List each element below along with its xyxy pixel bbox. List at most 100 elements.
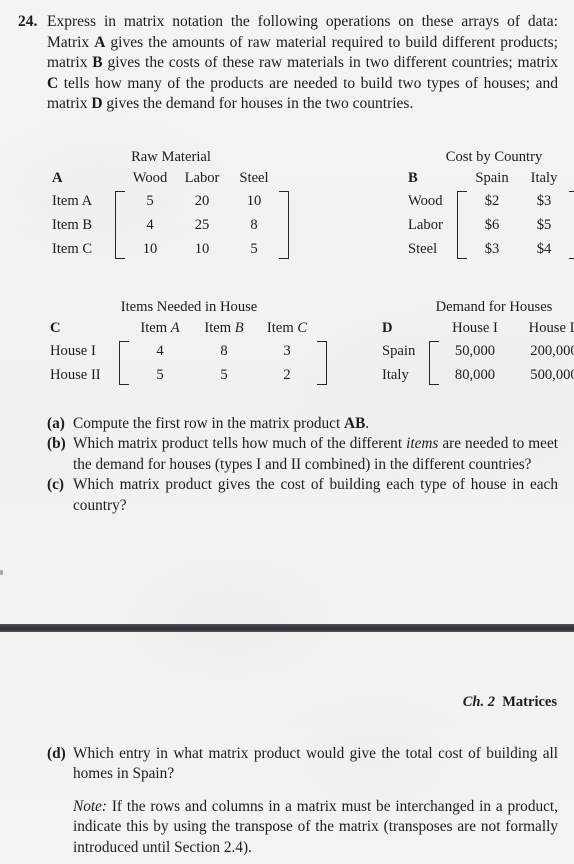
problem-number: 24. [18,13,38,30]
matrix-a-col-header-0: Wood [132,170,168,186]
matrix-row-a-b: Raw Material A Wood Labor Steel Item A 5… [0,148,574,259]
matrix-a-row-label-2: Item C [52,241,93,257]
matrix-a-cell-0-2: 10 [246,193,262,209]
matrix-b-cell-0-0: $2 [484,193,500,209]
subitem-a-text-after: . [365,415,370,432]
matrix-d: Demand for Houses D House I House II Spa… [382,298,574,387]
matrix-c-col-italic-1: B [234,320,244,336]
problem-text: Express in matrix notation the following… [47,12,558,115]
matrix-ref-b: B [92,54,103,72]
matrix-pair-lower: Items Needed in House C Item A Item B It… [0,298,574,404]
matrix-c-row-label-0: House I [50,343,96,359]
scanned-page: 24. Express in matrix notation the follo… [0,0,574,864]
matrix-c-cell-0-2: 3 [283,343,291,359]
matrix-c-row-label-1: House II [50,367,101,383]
subitem-b-text: Which matrix product tells how much of t… [73,434,558,475]
matrix-a-cell-2-1: 10 [194,241,210,257]
matrix-c-col-prefix-2: Item [266,320,294,336]
matrix-ref-d: D [91,95,103,113]
matrix-b-cell-2-0: $3 [484,241,500,257]
subitem-b: (b) Which matrix product tells how much … [47,434,558,475]
matrix-c-left-bracket [118,339,129,387]
matrix-ref-a: A [94,33,106,51]
matrix-c-cell-1-0: 5 [156,367,164,383]
matrix-d-col-header-0: House I [452,320,498,336]
running-head-title: Matrices [502,694,557,710]
matrix-a-cell-0-1: 20 [194,193,210,209]
matrix-c-name: C [50,320,61,336]
matrix-a-name: A [52,170,63,186]
matrix-c-right-bracket [317,339,328,387]
matrix-a-row-label-1: Item B [52,217,93,233]
note-text: If the rows and columns in a matrix must… [73,797,558,856]
subitem-b-emphasis: items [406,435,439,453]
matrix-a-right-bracket [279,189,290,261]
matrix-b-cell-2-1: $4 [536,241,552,257]
matrix-d-cell-0-1: 200,000 [530,343,574,359]
subitem-b-label: (b) [47,435,66,453]
matrix-c-title: Items Needed in House [120,299,258,315]
matrix-c-cell-0-0: 4 [156,343,164,359]
matrix-b-grid: B Spain Italy Wood $2 $3 Labor $6 $5 Ste… [408,167,574,261]
matrix-row-c-d: Items Needed in House C Item A Item B It… [0,298,574,404]
matrix-d-title: Demand for Houses [435,299,553,315]
page-sheet-top: 24. Express in matrix notation the follo… [0,0,574,624]
matrix-a-cell-2-2: 5 [250,241,258,257]
subitem-d: (d) Which entry in what matrix product w… [47,744,558,785]
matrix-a: Raw Material A Wood Labor Steel Item A 5… [52,148,290,261]
matrix-b-col-header-0: Spain [475,170,509,186]
matrix-a-grid: A Wood Labor Steel Item A 5 20 10 Item B [52,167,290,261]
subitem-b-text-before: Which matrix product tells how much of t… [73,435,407,453]
subitem-list-continued: (d) Which entry in what matrix product w… [47,744,558,858]
subitem-a-text: Compute the first row in the matrix prod… [73,414,558,434]
subitem-a-label: (a) [47,415,65,432]
subitem-a: (a) Compute the first row in the matrix … [47,414,558,434]
problem-text-part5: gives the demand for houses in the two c… [102,95,414,113]
matrix-a-cell-1-2: 8 [250,217,258,233]
matrix-c: Items Needed in House C Item A Item B It… [50,298,328,387]
subitem-a-product: AB [344,415,366,432]
matrix-a-col-header-2: Steel [239,170,269,186]
subitem-c-label: (c) [47,476,64,494]
matrix-a-row-label-0: Item A [52,193,93,209]
matrix-b-row-label-2: Steel [408,241,438,257]
matrix-a-left-bracket [114,189,125,261]
matrix-b-left-bracket [456,189,467,261]
matrix-b-cell-1-1: $5 [536,217,552,233]
matrix-c-col-italic-2: C [297,320,308,336]
matrix-d-name: D [382,320,393,336]
matrix-c-cell-0-1: 8 [220,343,228,359]
matrix-d-left-bracket [428,339,439,387]
problem-24: 24. Express in matrix notation the follo… [18,12,558,115]
running-head: Ch. 2 Matrices [463,694,557,711]
matrix-c-col-header-0: Item A [128,317,192,339]
matrix-b: Cost by Country B Spain Italy Wood $2 $3… [408,148,574,261]
matrix-c-grid: C Item A Item B Item C House I 4 8 3 Hou… [50,317,328,387]
problem-statement-row: 24. Express in matrix notation the follo… [18,12,558,115]
subitem-a-text-before: Compute the first row in the matrix prod… [73,415,345,432]
matrix-c-col-prefix-0: Item [140,320,168,336]
note-label: Note: [73,797,107,815]
matrix-c-col-header-2: Item C [256,317,318,339]
matrix-b-row-label-0: Wood [408,193,443,209]
matrix-d-cell-1-0: 80,000 [454,367,496,383]
matrix-c-cell-1-1: 5 [220,367,228,383]
matrix-b-row-label-1: Labor [408,217,443,233]
matrix-b-cell-1-0: $6 [484,217,500,233]
matrix-d-cell-0-0: 50,000 [454,343,496,359]
matrix-d-cell-1-1: 500,000 [530,367,574,383]
page-break-separator [0,624,574,632]
subitem-d-label: (d) [47,745,66,762]
matrix-a-cell-1-0: 4 [146,217,154,233]
matrix-b-col-header-1: Italy [530,170,558,186]
matrix-ref-c: C [47,74,59,92]
matrix-a-col-header-1: Labor [184,170,220,186]
matrix-a-cell-1-1: 25 [194,217,210,233]
matrix-a-cell-0-0: 5 [146,193,154,209]
subitem-d-text: Which entry in what matrix product would… [73,745,558,783]
problem-text-part3: gives the costs of these raw materials i… [102,54,558,72]
matrix-b-right-bracket [569,189,574,261]
subitem-list: (a) Compute the first row in the matrix … [47,414,558,516]
matrix-c-col-header-1: Item B [192,317,256,339]
matrix-d-row-label-0: Spain [382,343,416,359]
